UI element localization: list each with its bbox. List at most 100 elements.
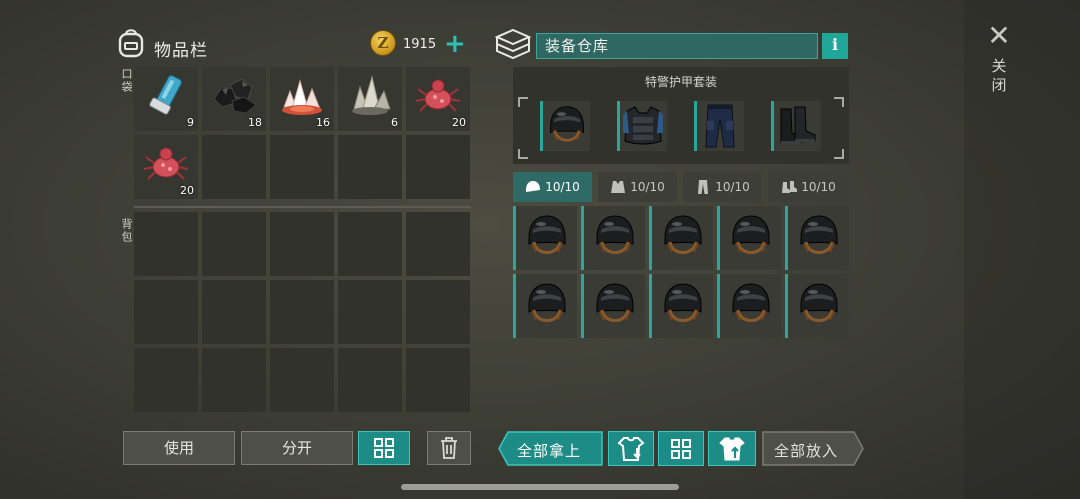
backpack-slot[interactable]	[270, 212, 334, 276]
backpack-slot[interactable]	[406, 280, 470, 344]
item-count: 18	[248, 116, 262, 129]
backpack-slot[interactable]	[202, 212, 266, 276]
close-button[interactable]: ✕ 关闭	[982, 20, 1016, 110]
helmet-icon	[796, 212, 842, 262]
inhaler-icon	[149, 75, 182, 115]
warehouse-slot[interactable]	[785, 274, 849, 338]
inventory-slot[interactable]: 6	[338, 67, 402, 131]
suit-slot-vest[interactable]	[617, 101, 667, 151]
shirt-down-icon	[617, 437, 645, 461]
equip-button[interactable]	[708, 431, 756, 466]
unequip-button[interactable]	[608, 431, 654, 466]
inventory-slot[interactable]: 20	[134, 135, 198, 199]
inventory-slot[interactable]	[338, 135, 402, 199]
pocket-label: 口袋	[120, 68, 133, 94]
inventory-slot[interactable]	[270, 135, 334, 199]
tab-helmet[interactable]: 10/10	[513, 172, 592, 202]
backpack-slot[interactable]	[270, 280, 334, 344]
item-count: 6	[391, 116, 398, 129]
add-currency-button[interactable]: +	[444, 31, 466, 57]
currency-amount: 1915	[403, 37, 437, 52]
backpack-slot[interactable]	[202, 348, 266, 412]
suit-slot-boots[interactable]	[771, 101, 821, 151]
backpack-slot[interactable]	[134, 212, 198, 276]
pocket-backpack-divider	[134, 206, 471, 208]
inventory-slot[interactable]: 20	[406, 67, 470, 131]
backpack-grid	[134, 212, 470, 412]
inventory-slot[interactable]: 16	[270, 67, 334, 131]
tab-count: 10/10	[630, 180, 665, 194]
discard-button[interactable]	[427, 431, 471, 465]
armor-vest-icon	[623, 106, 663, 145]
grid-sort-icon	[671, 439, 691, 459]
backpack-label: 背包	[120, 218, 133, 244]
tab-boots[interactable]: 10/10	[768, 172, 849, 202]
warehouse-slot[interactable]	[513, 206, 577, 270]
warehouse-slot[interactable]	[649, 206, 713, 270]
warehouse-slot[interactable]	[581, 274, 645, 338]
helmet-icon	[545, 103, 589, 149]
helmet-icon	[796, 280, 842, 330]
inventory-slot[interactable]: 9	[134, 67, 198, 131]
red-tick-icon	[415, 79, 461, 112]
take-all-label: 全部拿上	[517, 442, 582, 460]
tab-pants[interactable]: 10/10	[683, 172, 762, 202]
backpack-slot[interactable]	[406, 212, 470, 276]
shirt-up-icon	[719, 437, 745, 461]
close-icon: ✕	[987, 19, 1011, 52]
item-count: 20	[452, 116, 466, 129]
warehouse-slot[interactable]	[513, 274, 577, 338]
home-indicator[interactable]	[401, 484, 679, 490]
backpack-icon	[118, 29, 144, 58]
suit-slot-helmet[interactable]	[540, 101, 590, 151]
backpack-slot[interactable]	[338, 280, 402, 344]
inventory-slot[interactable]	[202, 135, 266, 199]
warehouse-slot[interactable]	[717, 274, 781, 338]
armor-set-panel: 特警护甲套装	[513, 67, 849, 164]
backpack-slot[interactable]	[270, 348, 334, 412]
tab-vest[interactable]: 10/10	[598, 172, 677, 202]
inventory-slot[interactable]	[406, 135, 470, 199]
item-count: 9	[187, 116, 194, 129]
coin-icon: Z	[370, 30, 396, 56]
backpack-slot[interactable]	[338, 212, 402, 276]
close-label: 关闭	[989, 58, 1008, 96]
backpack-slot[interactable]	[202, 280, 266, 344]
split-button[interactable]: 分开	[241, 431, 353, 465]
backpack-slot[interactable]	[134, 280, 198, 344]
helmet-icon	[526, 181, 541, 192]
put-all-button[interactable]: 全部放入	[762, 431, 864, 466]
warehouse-grid	[513, 206, 849, 338]
pocket-grid: 9 18 16 6 20 20	[134, 67, 470, 199]
panel-corner	[518, 97, 528, 107]
sort-warehouse-button[interactable]	[658, 431, 704, 466]
info-button[interactable]: i	[822, 33, 848, 59]
take-all-button[interactable]: 全部拿上	[498, 431, 603, 466]
helmet-icon	[592, 212, 638, 262]
tab-count: 10/10	[545, 180, 580, 194]
warehouse-slot[interactable]	[581, 206, 645, 270]
inventory-title: 物品栏	[154, 41, 208, 61]
backpack-slot[interactable]	[338, 348, 402, 412]
grid-sort-icon	[374, 438, 394, 458]
coal-icon	[213, 78, 257, 114]
suit-slot-pants[interactable]	[694, 101, 744, 151]
trash-icon	[441, 437, 457, 459]
helmet-icon	[592, 280, 638, 330]
helmet-icon	[728, 280, 774, 330]
warehouse-slot[interactable]	[785, 206, 849, 270]
backpack-slot[interactable]	[406, 348, 470, 412]
warehouse-slot[interactable]	[649, 274, 713, 338]
use-button[interactable]: 使用	[123, 431, 235, 465]
tab-count: 10/10	[801, 180, 836, 194]
tab-count: 10/10	[715, 180, 750, 194]
backpack-slot[interactable]	[134, 348, 198, 412]
warehouse-icon	[495, 28, 531, 60]
helmet-icon	[660, 280, 706, 330]
inventory-slot[interactable]: 18	[202, 67, 266, 131]
warehouse-slot[interactable]	[717, 206, 781, 270]
helmet-icon	[524, 280, 570, 330]
sort-inventory-button[interactable]	[358, 431, 410, 465]
helmet-icon	[728, 212, 774, 262]
quartz-crystal-icon	[352, 75, 391, 115]
